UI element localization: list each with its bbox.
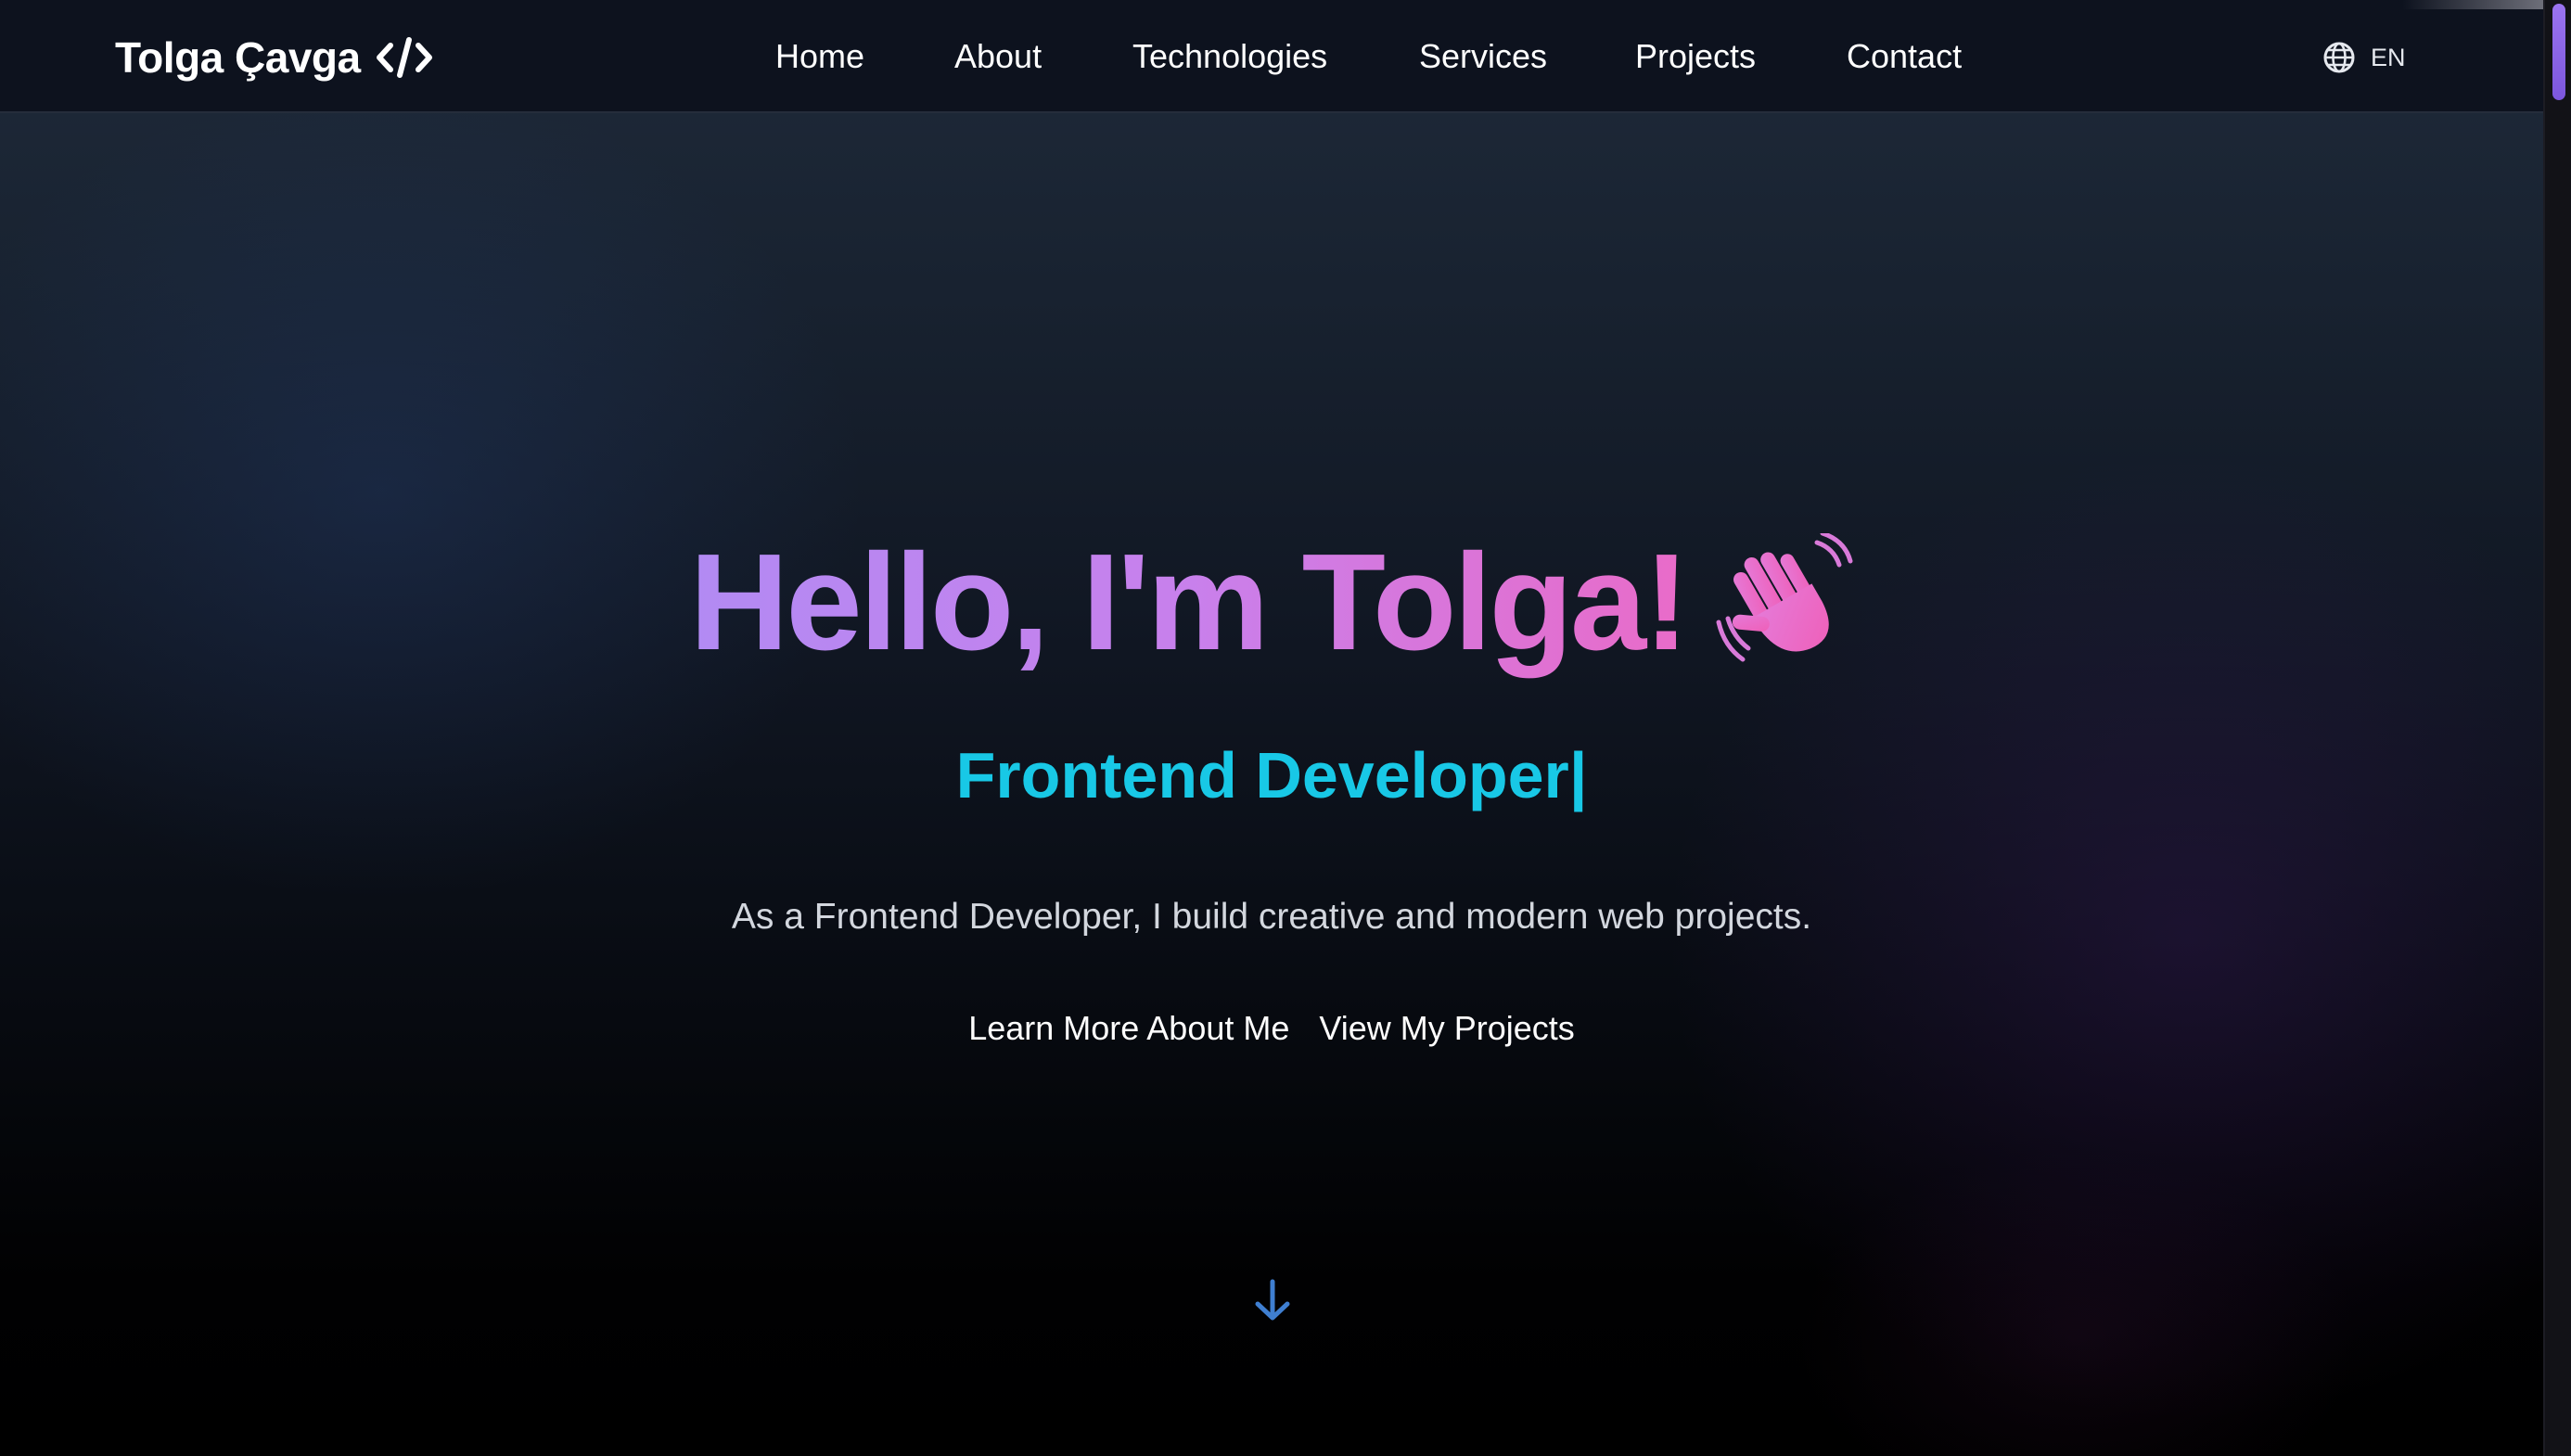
hero-title-row: Hello, I'm Tolga! [0,519,2543,686]
hero-description: As a Frontend Developer, I build creativ… [731,897,1812,937]
hero-cta-group: Learn More About Me View My Projects [0,1003,2543,1054]
language-switcher[interactable]: EN [2322,37,2406,78]
language-label: EN [2371,43,2406,71]
learn-more-button[interactable]: Learn More About Me [968,1003,1289,1054]
globe-icon [2323,42,2355,73]
scrollbar-thumb[interactable] [2552,4,2565,100]
typing-cursor: | [1568,739,1588,811]
hero-role: Frontend Developer| [0,729,2543,822]
hero-title: Hello, I'm Tolga! [689,519,1689,686]
nav-contact[interactable]: Contact [1847,35,1962,78]
navbar: Tolga Çavga Home About Technologies Serv… [0,0,2543,113]
main-nav: Home About Technologies Services Project… [0,0,2543,113]
arrow-down-icon[interactable] [1248,1276,1297,1324]
page-scrollbar[interactable] [2543,0,2571,1456]
waving-hand-icon [1716,533,1853,662]
nav-home[interactable]: Home [775,35,864,78]
browser-viewport: Tolga Çavga Home About Technologies Serv… [0,0,2571,1456]
nav-services[interactable]: Services [1419,35,1547,78]
role-text: Frontend Developer [955,739,1569,811]
nav-about[interactable]: About [954,35,1042,78]
nav-projects[interactable]: Projects [1635,35,1756,78]
nav-technologies[interactable]: Technologies [1132,35,1327,78]
view-projects-button[interactable]: View My Projects [1319,1003,1574,1054]
